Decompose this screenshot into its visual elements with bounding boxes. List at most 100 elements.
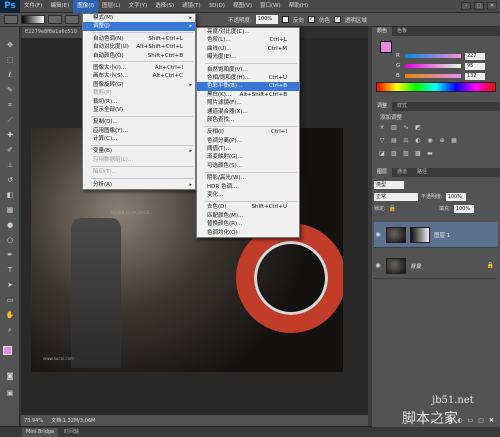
linear-gradient-icon[interactable] [48,15,62,24]
maximize-icon[interactable]: □ [474,2,484,10]
layer-opacity-field[interactable]: 100% [445,192,466,201]
new-layer-icon[interactable]: ▢ [478,416,484,425]
menu-item[interactable]: 图像大小(I)... Alt+Ctrl+I [83,64,195,72]
blur-tool-icon[interactable]: ● [4,221,16,230]
menu-item[interactable]: 裁切(R)... [83,98,195,106]
menu-item[interactable]: 应用图像(Y)... [83,127,195,135]
dither-checkbox[interactable]: ✓ [307,16,315,23]
menu-item[interactable]: 可选颜色(S)... [197,162,299,170]
menu-4[interactable]: 文字(Y) [125,0,152,13]
menu-9[interactable]: 窗口(W) [256,0,285,13]
menu-item[interactable]: 去色(D) Shift+Ctrl+U [197,203,299,211]
reverse-checkbox[interactable] [281,16,289,23]
gradient-preview[interactable] [21,15,45,24]
menu-1[interactable]: 编辑(E) [46,0,73,13]
menu-item[interactable]: 变量(B) ▸ [83,147,195,155]
hue-saturation-icon[interactable]: ▤ [390,137,398,145]
layer-row[interactable]: ◉ 图层 1 [374,222,498,248]
lock-icon[interactable]: 🔒 [389,205,396,212]
menu-item[interactable]: 照片滤镜(F)... [197,99,299,107]
menu-item[interactable]: 替换颜色(R)... [197,220,299,228]
black-white-icon[interactable]: ◐ [414,137,422,145]
menu-item[interactable]: 曝光度(E)... [197,53,299,61]
menu-item[interactable]: 色彩平衡(B)... Ctrl+B [197,82,299,91]
fill-field[interactable]: 100% [453,204,474,213]
invert-icon[interactable]: ◪ [378,150,386,158]
menu-item[interactable]: 变化... [197,191,299,199]
tab-paths[interactable]: 路径 [412,168,432,177]
menu-2[interactable]: 图像(I) [73,0,99,13]
menu-item[interactable]: 阈值(T)... [197,145,299,153]
eye-icon[interactable]: ◉ [374,231,382,238]
levels-icon[interactable]: ▥ [390,124,398,132]
adjustment-layer-icon[interactable]: ◐ [457,416,462,425]
menu-item[interactable]: 颜色查找... [197,116,299,124]
trash-icon[interactable]: ✖ [489,416,494,425]
menu-item[interactable]: 黑白(K)... Alt+Shift+Ctrl+B [197,91,299,99]
menu-item[interactable]: 模式(M) ▸ [83,14,195,22]
menu-item[interactable]: 显示全部(V) [83,106,195,114]
stamp-tool-icon[interactable]: ⊥ [4,161,16,170]
radial-gradient-icon[interactable] [65,15,79,24]
foreground-color-preview[interactable] [380,41,392,53]
menu-item[interactable]: 曲线(U)... Ctrl+M [197,45,299,53]
history-brush-tool-icon[interactable]: ↺ [4,176,16,185]
vibrance-icon[interactable]: ▽ [378,137,386,145]
pen-tool-icon[interactable]: ✒ [4,251,16,260]
green-slider[interactable] [405,64,461,68]
mini-bridge-tab[interactable]: Mini Bridge [22,428,59,437]
menu-item[interactable]: 画布大小(S)... Alt+Ctrl+C [83,72,195,80]
channel-mixer-icon[interactable]: ⊕ [438,137,446,145]
menu-item[interactable]: 自动色调(N) Shift+Ctrl+L [83,35,195,43]
menu-item[interactable]: 匹配颜色(M)... [197,212,299,220]
selective-color-icon[interactable]: ▩ [414,150,422,158]
healing-tool-icon[interactable]: ✚ [4,131,16,140]
menu-item[interactable]: 复制(D)... [83,118,195,126]
marquee-tool-icon[interactable]: ⬚ [4,56,16,65]
color-balance-icon[interactable]: ⚖ [402,137,410,145]
tab-adjustments[interactable]: 调整 [372,102,393,111]
path-select-tool-icon[interactable]: ➤ [4,281,16,290]
transparency-checkbox[interactable]: ✓ [333,16,341,23]
menu-7[interactable]: 3D(D) [205,0,229,13]
menu-item[interactable]: HDR 色调... [197,183,299,191]
menu-item[interactable]: 自动颜色(O) Shift+Ctrl+B [83,52,195,60]
menu-item[interactable]: 自动对比度(U) Alt+Shift+Ctrl+L [83,43,195,51]
menu-5[interactable]: 选择(S) [151,0,178,13]
tab-layers[interactable]: 图层 [372,168,393,177]
menu-8[interactable]: 视图(V) [229,0,256,13]
menu-item[interactable]: 渐变映射(G)... [197,153,299,161]
opacity-field[interactable]: 100% [255,15,278,24]
exposure-icon[interactable]: ◩ [414,124,422,132]
menu-item[interactable]: 色调均化(Q) [197,229,299,237]
tab-styles[interactable]: 样式 [392,102,412,111]
red-slider[interactable] [405,54,461,58]
tab-channels[interactable]: 通道 [392,168,412,177]
layer-kind-select[interactable]: 类型 [374,180,404,189]
foreground-color-swatch[interactable] [3,346,12,355]
photo-filter-icon[interactable]: ◉ [426,137,434,145]
menu-item[interactable]: 调整(J) ▸ [83,22,195,31]
blend-mode-select[interactable]: 正常 [374,192,418,201]
quick-select-tool-icon[interactable]: ✎ [4,86,16,95]
quick-mask-icon[interactable]: ◙ [4,372,16,381]
red-value[interactable]: 227 [465,52,485,60]
brightness-icon[interactable]: ☀ [378,124,386,132]
zoom-level[interactable]: 73.94% [24,418,43,424]
menu-3[interactable]: 图层(L) [98,0,124,13]
menu-item[interactable]: 色相/饱和度(H)... Ctrl+U [197,74,299,82]
dodge-tool-icon[interactable]: ○ [4,236,16,245]
menu-item[interactable]: 图像旋转(G) ▸ [83,81,195,89]
crop-tool-icon[interactable]: ⌗ [4,101,16,110]
menu-item[interactable]: 通道混合器(X)... [197,108,299,116]
shape-tool-icon[interactable]: ▭ [4,296,16,305]
menu-item[interactable]: 阴影/高光(W)... [197,174,299,182]
menu-item[interactable]: 自然饱和度(V)... [197,66,299,74]
menu-item[interactable]: 计算(C)... [83,135,195,143]
menu-6[interactable]: 滤镜(T) [178,0,205,13]
eyedropper-tool-icon[interactable]: ⟋ [4,116,16,125]
gradient-tool-icon[interactable]: ▦ [4,206,16,215]
zoom-tool-icon[interactable]: ⌕ [4,326,16,335]
menu-10[interactable]: 帮助(H) [285,0,312,13]
minimize-icon[interactable]: – [461,2,471,10]
